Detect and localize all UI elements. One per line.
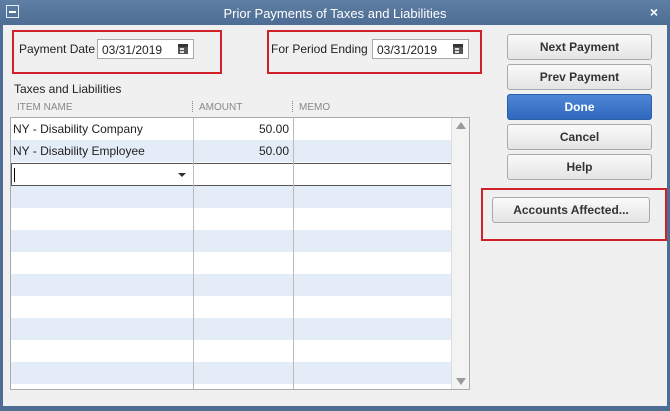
column-header-amount[interactable]: AMOUNT [199,102,242,113]
window-frame-left [0,25,3,411]
period-ending-label: For Period Ending [271,42,368,56]
empty-row[interactable] [11,362,452,384]
help-button[interactable]: Help [507,154,652,180]
taxes-liabilities-table: NY - Disability Company 50.00 NY - Disab… [10,117,470,390]
memo-cell[interactable] [298,118,448,140]
accounts-affected-button[interactable]: Accounts Affected... [492,197,650,223]
prev-payment-button[interactable]: Prev Payment [507,64,652,90]
section-title: Taxes and Liabilities [14,82,122,96]
payment-date-field[interactable]: 03/31/2019 [97,39,194,59]
text-caret [14,168,15,182]
period-ending-field[interactable]: 03/31/2019 [372,39,469,59]
scroll-up-icon[interactable] [456,122,466,129]
dropdown-arrow-icon[interactable] [178,173,186,177]
table-row[interactable]: NY - Disability Employee 50.00 [11,140,452,162]
table-row[interactable]: NY - Disability Company 50.00 [11,118,452,140]
new-item-entry-row[interactable] [11,163,454,186]
empty-row[interactable] [11,318,452,340]
calendar-icon[interactable] [178,44,188,54]
done-button[interactable]: Done [507,94,652,120]
payment-date-label: Payment Date [19,42,96,56]
empty-row[interactable] [11,274,452,296]
next-payment-button[interactable]: Next Payment [507,34,652,60]
close-icon[interactable]: × [650,4,658,20]
title-bar: Prior Payments of Taxes and Liabilities … [0,0,670,25]
column-separator[interactable] [192,101,196,112]
payment-date-value: 03/31/2019 [102,43,163,57]
empty-row[interactable] [11,230,452,252]
column-separator[interactable] [292,101,296,112]
window-frame-bottom [0,406,670,411]
memo-cell[interactable] [298,140,448,162]
column-header-memo[interactable]: MEMO [299,102,330,113]
vertical-scrollbar[interactable] [451,118,469,389]
window-title: Prior Payments of Taxes and Liabilities [223,6,447,21]
column-header-item-name[interactable]: ITEM NAME [17,102,73,113]
empty-row[interactable] [11,186,452,208]
period-ending-value: 03/31/2019 [377,43,438,57]
item-name-cell[interactable]: NY - Disability Employee [13,140,191,162]
column-divider [293,118,294,389]
item-name-cell[interactable]: NY - Disability Company [13,118,191,140]
column-divider [193,118,194,389]
scroll-down-icon[interactable] [456,378,466,385]
calendar-icon[interactable] [453,44,463,54]
cancel-button[interactable]: Cancel [507,124,652,150]
amount-cell[interactable]: 50.00 [194,118,289,140]
amount-cell[interactable]: 50.00 [194,140,289,162]
